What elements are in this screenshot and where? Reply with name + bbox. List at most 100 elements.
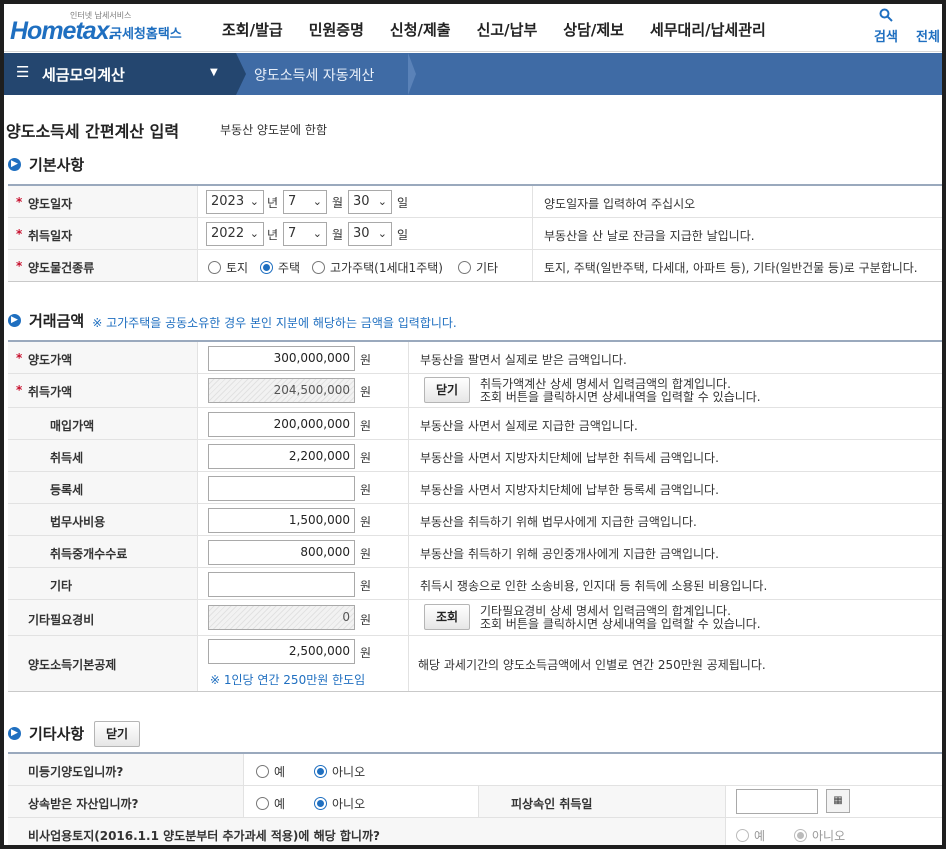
menu-item-inquiry[interactable]: 조회/발급	[222, 19, 283, 40]
row-header: * 양도일자	[8, 186, 198, 217]
category-dropdown[interactable]: ☰ 세금모의계산 ▼	[4, 53, 236, 95]
month-unit: 월	[332, 196, 344, 210]
row-header: 상속받은 자산입니까?	[8, 786, 244, 817]
main-menu: 조회/발급 민원증명 신청/제출 신고/납부 상담/제보 세무대리/납세관리	[222, 19, 792, 40]
row-etc-cost: 기타 원 취득시 쟁송으로 인한 소송비용, 인지대 등 취득에 소용된 비용입…	[8, 568, 942, 600]
page-subtitle: 부동산 양도분에 한함	[220, 123, 327, 137]
purchase-price-label: 매입가액	[50, 419, 95, 433]
row-property-type: * 양도물건종류 토지 주택 고가주택(1세대1주택) 기타 토지, 주택(일반…	[8, 250, 942, 282]
acquire-close-button[interactable]: 닫기	[424, 377, 470, 403]
row-header: 취득중개수수료	[8, 536, 198, 567]
row-header: 법무사비용	[8, 504, 198, 535]
purchase-price-input[interactable]: 200,000,000	[208, 412, 355, 437]
sale-price-label: 양도가액	[28, 353, 73, 367]
column-divider	[408, 472, 409, 503]
row-header: 양도소득기본공제	[8, 636, 198, 691]
row-acquire-date: * 취득일자 2022 ⌄ 년 7 ⌄ 월 30 ⌄ 일 부동산을 산 날로 잔금을 …	[8, 218, 942, 250]
acquisition-tax-input[interactable]: 2,200,000	[208, 444, 355, 469]
unregistered-yes-radio[interactable]: 예	[256, 763, 285, 780]
chevron-down-icon: ⌄	[312, 195, 322, 208]
column-divider	[532, 218, 533, 249]
section-bullet-icon: ▶	[8, 158, 21, 171]
menu-item-report[interactable]: 신고/납부	[477, 19, 538, 40]
row-acquire-price: * 취득가액 204,500,000 원 닫기 취득가액계산 상세 명세서 입력…	[8, 374, 942, 408]
row-header: * 양도가액	[8, 342, 198, 373]
sale-price-input[interactable]: 300,000,000	[208, 346, 355, 371]
row-header: 미등기양도입니까?	[8, 754, 244, 785]
hamburger-icon: ☰	[16, 63, 30, 81]
radio-luxury-house[interactable]: 고가주택(1세대1주택)	[312, 259, 443, 276]
row-sale-price: * 양도가액 300,000,000 원 부동산을 팔면서 실제로 받은 금액입…	[8, 342, 942, 374]
legal-fee-input[interactable]: 1,500,000	[208, 508, 355, 533]
inherited-no-radio[interactable]: 아니오	[314, 795, 365, 812]
row-header: * 양도물건종류	[8, 250, 198, 281]
radio-other[interactable]: 기타	[458, 259, 498, 276]
non-business-no-radio[interactable]: 아니오	[794, 827, 845, 844]
required-mark: *	[16, 195, 23, 209]
row-header: 매입가액	[8, 408, 198, 439]
column-divider	[408, 600, 409, 635]
acquire-day-select[interactable]: 30 ⌄	[348, 222, 392, 246]
other-expense-lookup-button[interactable]: 조회	[424, 604, 470, 630]
unregistered-no-radio[interactable]: 아니오	[314, 763, 365, 780]
section-basic: ▶ 기본사항	[8, 154, 84, 175]
other-expense-input: 0	[208, 605, 355, 630]
row-header: 피상속인 취득일	[478, 786, 726, 817]
row-inherited: 상속받은 자산입니까? 예 아니오 피상속인 취득일 ▦	[8, 786, 942, 818]
all-menu-tool[interactable]: 전체	[916, 8, 940, 45]
transfer-month-select[interactable]: 7 ⌄	[283, 190, 327, 214]
transfer-year-select[interactable]: 2023 ⌄	[206, 190, 264, 214]
hometax-logo[interactable]: 인터넷 납세서비스 Hometax. 국세청홈택스	[8, 10, 188, 46]
decedent-acquire-date-input[interactable]	[736, 789, 818, 814]
broker-fee-label: 취득중개수수료	[50, 547, 128, 561]
transfer-day-select[interactable]: 30 ⌄	[348, 190, 392, 214]
etc-cost-input[interactable]	[208, 572, 355, 597]
chevron-down-icon: ⌄	[377, 195, 387, 208]
transfer-date-desc: 양도일자를 입력하여 주십시오	[544, 197, 696, 211]
acquire-month-select[interactable]: 7 ⌄	[283, 222, 327, 246]
won-unit: 원	[360, 613, 372, 627]
required-mark: *	[16, 351, 23, 365]
chevron-down-icon: ⌄	[377, 227, 387, 240]
column-divider	[532, 250, 533, 281]
menu-item-application[interactable]: 신청/제출	[390, 19, 451, 40]
menu-item-consult[interactable]: 상담/제보	[563, 19, 624, 40]
inherited-label: 상속받은 자산입니까?	[28, 797, 139, 811]
registration-tax-label: 등록세	[50, 483, 84, 497]
etc-cost-desc: 취득시 쟁송으로 인한 소송비용, 인지대 등 취득에 소용된 비용입니다.	[420, 579, 768, 593]
chevron-down-icon: ⌄	[312, 227, 322, 240]
section-amount-note: ※ 고가주택을 공동소유한 경우 본인 지분에 해당하는 금액을 입력합니다.	[92, 316, 457, 330]
column-divider	[532, 186, 533, 217]
column-divider	[408, 342, 409, 373]
non-business-yes-radio[interactable]: 예	[736, 827, 765, 844]
calendar-icon[interactable]: ▦	[826, 789, 850, 813]
month-unit: 월	[332, 228, 344, 242]
broker-fee-input[interactable]: 800,000	[208, 540, 355, 565]
column-divider	[408, 374, 409, 407]
acquisition-tax-desc: 부동산을 사면서 지방자치단체에 납부한 취득세 금액입니다.	[420, 451, 719, 465]
row-other-expense: 기타필요경비 0 원 조회 기타필요경비 상세 명세서 입력금액의 합계입니다.…	[8, 600, 942, 636]
required-mark: *	[16, 383, 23, 397]
acquire-year-select[interactable]: 2022 ⌄	[206, 222, 264, 246]
basic-deduction-input[interactable]: 2,500,000	[208, 639, 355, 664]
radio-land[interactable]: 토지	[208, 259, 248, 276]
sale-price-desc: 부동산을 팔면서 실제로 받은 금액입니다.	[420, 353, 627, 367]
menu-item-agent[interactable]: 세무대리/납세관리	[650, 19, 766, 40]
window-frame: 인터넷 납세서비스 Hometax. 국세청홈택스 조회/발급 민원증명 신청/…	[0, 0, 946, 849]
transfer-date-label: 양도일자	[28, 197, 73, 211]
other-close-button[interactable]: 닫기	[94, 721, 140, 747]
row-legal-fee: 법무사비용 1,500,000 원 부동산을 취득하기 위해 법무사에게 지급한…	[8, 504, 942, 536]
section-amount: ▶ 거래금액 ※ 고가주택을 공동소유한 경우 본인 지분에 해당하는 금액을 …	[8, 310, 457, 331]
inherited-yes-radio[interactable]: 예	[256, 795, 285, 812]
registration-tax-input[interactable]	[208, 476, 355, 501]
menu-item-certificate[interactable]: 민원증명	[309, 19, 364, 40]
breadcrumb-current[interactable]: 양도소득세 자동계산	[254, 65, 374, 85]
row-non-business-land: 비사업용토지(2016.1.1 양도분부터 추가과세 적용)에 해당 합니까? …	[8, 818, 942, 845]
row-header: 취득세	[8, 440, 198, 471]
logo-korean: 국세청홈택스	[110, 27, 182, 42]
search-tool[interactable]: 검색	[874, 8, 898, 45]
radio-house[interactable]: 주택	[260, 259, 300, 276]
top-header: 인터넷 납세서비스 Hometax. 국세청홈택스 조회/발급 민원증명 신청/…	[4, 4, 942, 52]
won-unit: 원	[360, 483, 372, 497]
column-divider	[408, 504, 409, 535]
